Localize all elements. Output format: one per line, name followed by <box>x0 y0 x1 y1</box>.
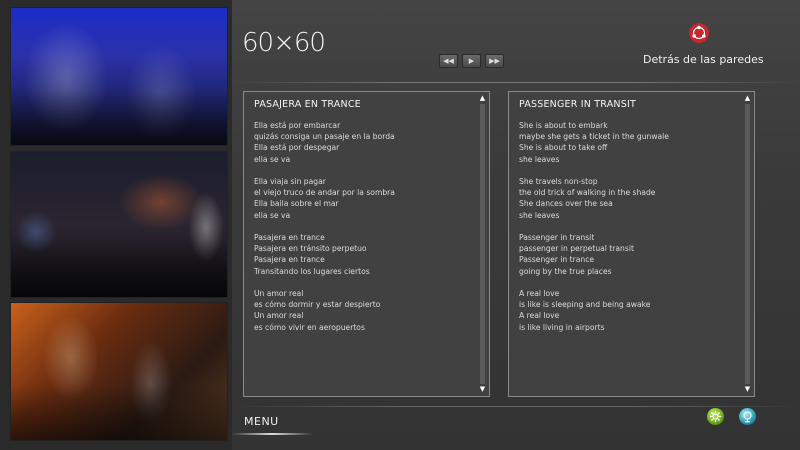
lyric-line: A real love <box>519 311 560 321</box>
lyric-line: Transitando los lugares ciertos <box>254 266 370 276</box>
lyrics-translation-panel: PASSENGER IN TRANSIT She is about to emb… <box>508 91 755 397</box>
logo-60x60: 60×60 <box>242 28 326 58</box>
lyrics-translation-scrollbar[interactable]: ▲ ▼ <box>744 95 751 393</box>
brand-emblem-icon <box>689 23 709 43</box>
rewind-button[interactable]: ◀◀ <box>439 54 458 68</box>
play-button[interactable]: ▶ <box>462 54 481 68</box>
top-divider <box>232 82 800 83</box>
lyric-line: Passenger in transit <box>519 233 595 242</box>
green-gear-icon <box>709 410 722 423</box>
lyrics-translation-title: PASSENGER IN TRANSIT <box>519 99 636 110</box>
concert-photo-3 <box>10 302 228 441</box>
lyric-line: She is about to take off <box>519 143 608 153</box>
lyric-line: ella se va <box>254 154 291 164</box>
lyric-line: Ella viaja sin pagar <box>254 177 326 186</box>
lyric-line: is like is sleeping and being awake <box>519 300 651 310</box>
lyric-line: es cómo dormir y estar despierto <box>254 300 381 310</box>
lyric-line: Un amor real <box>254 289 304 298</box>
stanza: Pasajera en trance Pasajera en tránsito … <box>254 232 395 277</box>
lyric-line: ella se va <box>254 210 291 220</box>
lyric-line: She travels non-stop <box>519 177 598 186</box>
photo-column <box>0 0 232 450</box>
lyric-line: She dances over the sea <box>519 199 613 209</box>
lyric-line: quizás consiga un pasaje en la borda <box>254 132 395 142</box>
lyrics-original-body: Ella está por embarcar quizás consiga un… <box>254 120 395 344</box>
concert-photo-1 <box>10 7 228 146</box>
globe-button[interactable] <box>739 408 756 425</box>
stanza: Un amor real es cómo dormir y estar desp… <box>254 288 395 333</box>
play-icon: ▶ <box>468 57 475 65</box>
lyric-line: Ella baila sobre el mar <box>254 199 339 209</box>
lyric-line: going by the true places <box>519 266 612 276</box>
scroll-down-icon[interactable]: ▼ <box>744 386 751 393</box>
scroll-track[interactable] <box>480 104 485 384</box>
stanza: A real love is like is sleeping and bein… <box>519 288 669 333</box>
lyric-line: she leaves <box>519 210 560 220</box>
lyric-line: Ella está por embarcar <box>254 121 341 130</box>
concert-photo-2 <box>10 151 228 298</box>
fast-forward-button[interactable]: ▶▶ <box>485 54 504 68</box>
lyrics-original-scrollbar[interactable]: ▲ ▼ <box>479 95 486 393</box>
stanza: Ella está por embarcar quizás consiga un… <box>254 120 395 165</box>
lyrics-translation-body: She is about to embark maybe she gets a … <box>519 120 669 344</box>
lyric-line: maybe she gets a ticket in the gunwale <box>519 132 669 142</box>
lyric-line: Passenger in trance <box>519 255 595 265</box>
scroll-track[interactable] <box>745 104 750 384</box>
menu-underline <box>232 433 312 435</box>
stanza: Passenger in transit passenger in perpet… <box>519 232 669 277</box>
lyric-line: Pasajera en tránsito perpetuo <box>254 244 367 254</box>
lyrics-original-title: PASAJERA EN TRANCE <box>254 99 361 110</box>
rewind-icon: ◀◀ <box>443 57 454 65</box>
lyric-line: passenger in perpetual transit <box>519 244 634 254</box>
stanza: She is about to embark maybe she gets a … <box>519 120 669 165</box>
lyrics-original-panel: PASAJERA EN TRANCE Ella está por embarca… <box>243 91 490 397</box>
lyric-line: Pasajera en trance <box>254 255 325 265</box>
lyric-line: el viejo truco de andar por la sombra <box>254 188 395 198</box>
lyric-line: es cómo vivir en aeropuertos <box>254 322 365 332</box>
teal-globe-icon <box>743 411 752 423</box>
lyric-line: Pasajera en trance <box>254 233 325 242</box>
stanza: She travels non-stop the old trick of wa… <box>519 176 669 221</box>
bottom-divider <box>232 406 800 407</box>
fast-forward-icon: ▶▶ <box>489 57 500 65</box>
lyric-line: the old trick of walking in the shade <box>519 188 656 198</box>
lyric-line: she leaves <box>519 154 560 164</box>
scroll-up-icon[interactable]: ▲ <box>744 95 751 102</box>
player-controls: ◀◀ ▶ ▶▶ <box>439 54 504 68</box>
menu-button[interactable]: MENU <box>244 415 279 428</box>
scroll-up-icon[interactable]: ▲ <box>479 95 486 102</box>
lyric-line: is like living in airports <box>519 322 605 332</box>
stanza: Ella viaja sin pagar el viejo truco de a… <box>254 176 395 221</box>
album-title: Detrás de las paredes <box>643 53 764 66</box>
settings-button[interactable] <box>707 408 724 425</box>
lyric-line: A real love <box>519 289 560 298</box>
lyric-line: Un amor real <box>254 311 304 321</box>
lyric-line: Ella está por despegar <box>254 143 340 153</box>
scroll-down-icon[interactable]: ▼ <box>479 386 486 393</box>
lyric-line: She is about to embark <box>519 121 608 130</box>
